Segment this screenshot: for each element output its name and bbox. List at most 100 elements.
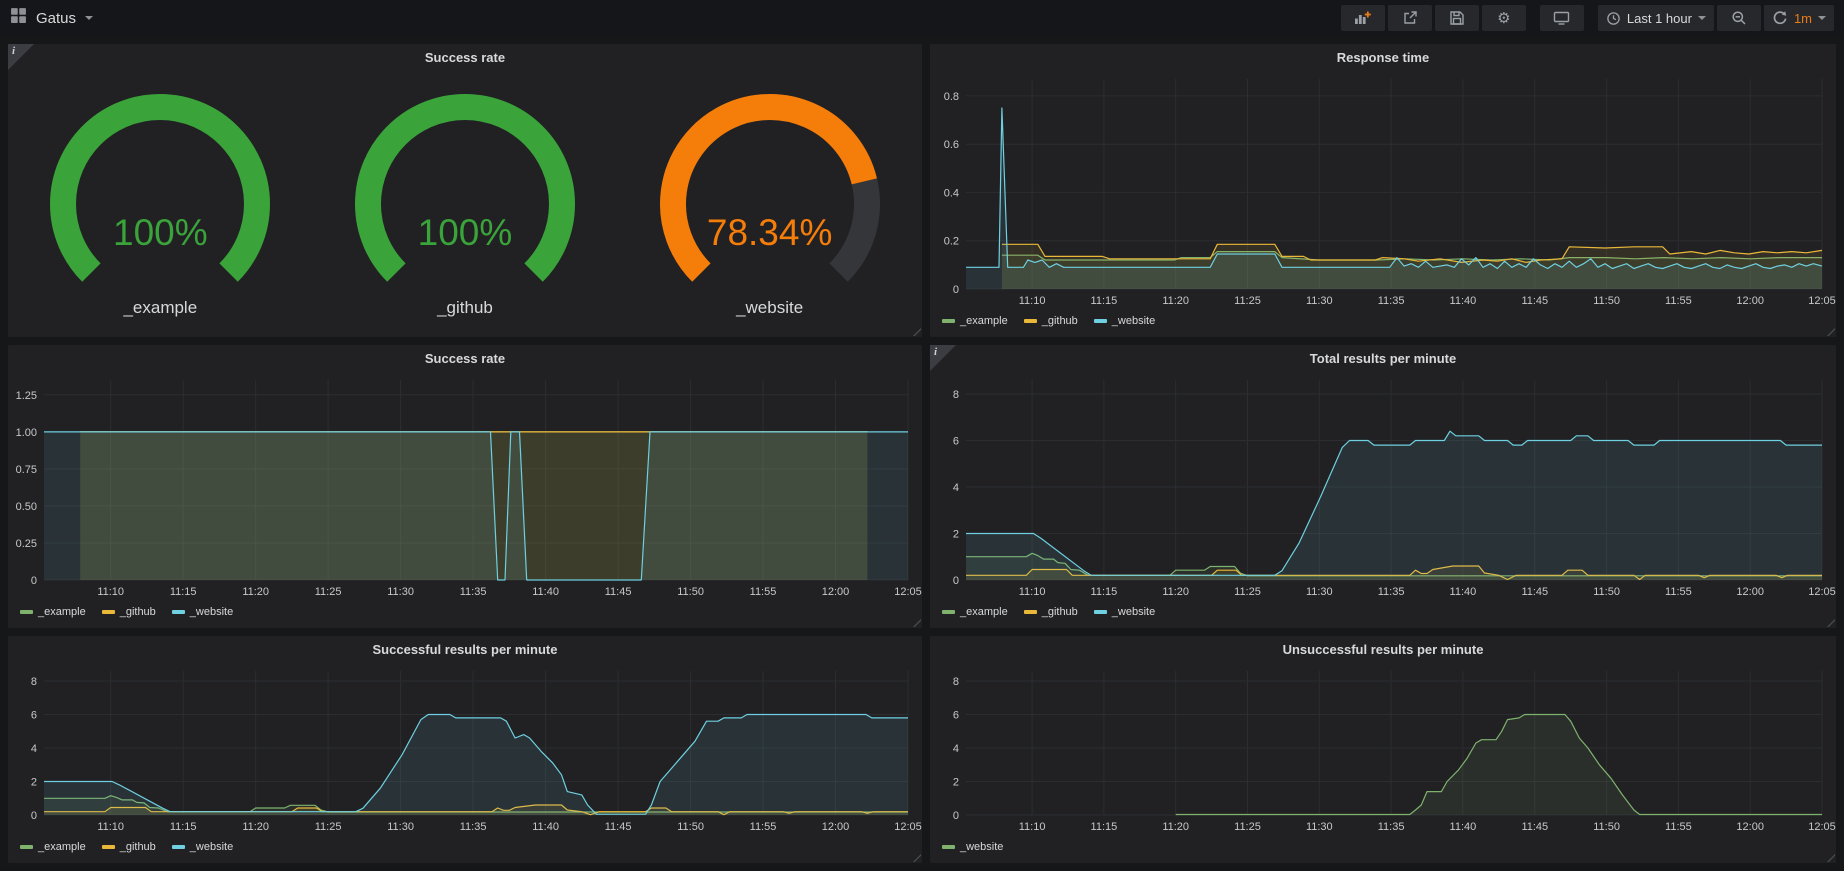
svg-text:2: 2 xyxy=(953,777,959,789)
panel-title[interactable]: Success rate xyxy=(425,50,505,65)
svg-text:11:50: 11:50 xyxy=(1593,295,1620,307)
chart-legend: _example _github _website xyxy=(8,835,922,863)
response-time-chart[interactable]: 0.80.60.40.2011:1011:1511:2011:2511:3011… xyxy=(930,71,1836,309)
svg-text:11:55: 11:55 xyxy=(750,586,777,598)
time-range-label: Last 1 hour xyxy=(1627,11,1692,26)
legend-item-github[interactable]: _github xyxy=(102,841,156,853)
svg-text:11:10: 11:10 xyxy=(1019,295,1046,307)
unsuccessful-results-chart[interactable]: 8642011:1011:1511:2011:2511:3011:3511:40… xyxy=(930,663,1836,835)
gauge-arc xyxy=(315,86,615,310)
svg-text:12:05: 12:05 xyxy=(894,821,922,833)
legend-item-example[interactable]: _example xyxy=(942,315,1008,327)
svg-text:11:50: 11:50 xyxy=(1593,821,1620,833)
svg-text:11:30: 11:30 xyxy=(387,586,414,598)
legend-item-example[interactable]: _example xyxy=(20,606,86,618)
panel-title[interactable]: Total results per minute xyxy=(1310,351,1456,366)
panel-info-corner[interactable]: i xyxy=(8,44,34,70)
panel-title[interactable]: Successful results per minute xyxy=(373,642,558,657)
legend-item-example[interactable]: _example xyxy=(942,606,1008,618)
gear-icon: ⚙ xyxy=(1497,11,1510,26)
svg-text:11:45: 11:45 xyxy=(1521,821,1548,833)
save-button[interactable] xyxy=(1435,5,1479,31)
legend-swatch xyxy=(172,845,185,849)
svg-text:11:35: 11:35 xyxy=(1378,821,1405,833)
legend-swatch xyxy=(20,845,33,849)
dashboard-title[interactable]: Gatus xyxy=(36,10,76,27)
refresh-button[interactable]: 1m xyxy=(1764,5,1834,31)
legend-item-website[interactable]: _website xyxy=(1094,606,1155,618)
svg-text:11:30: 11:30 xyxy=(387,821,414,833)
legend-label: _website xyxy=(960,841,1003,853)
panel-successful-results: Successful results per minute 8642011:10… xyxy=(8,636,922,863)
legend-item-website[interactable]: _website xyxy=(1094,315,1155,327)
share-icon xyxy=(1402,10,1418,26)
panel-resize-handle[interactable] xyxy=(1826,853,1835,862)
settings-button[interactable]: ⚙ xyxy=(1482,5,1526,31)
svg-text:11:50: 11:50 xyxy=(1593,586,1620,598)
panel-info-corner[interactable]: i xyxy=(930,345,956,371)
gauge-value: 78.34% xyxy=(619,212,921,254)
legend-item-website[interactable]: _website xyxy=(172,606,233,618)
dashboard-grid-icon[interactable] xyxy=(10,7,27,29)
panel-resize-handle[interactable] xyxy=(912,327,921,336)
panel-title[interactable]: Success rate xyxy=(425,351,505,366)
legend-item-github[interactable]: _github xyxy=(1024,606,1078,618)
svg-text:11:15: 11:15 xyxy=(1091,295,1118,307)
zoom-out-icon xyxy=(1731,10,1747,26)
monitor-icon xyxy=(1553,10,1570,26)
legend-item-website[interactable]: _website xyxy=(172,841,233,853)
svg-text:12:00: 12:00 xyxy=(1736,295,1764,307)
legend-swatch xyxy=(172,610,185,614)
gauge-value: 100% xyxy=(10,212,312,254)
svg-text:2: 2 xyxy=(31,777,37,789)
share-button[interactable] xyxy=(1388,5,1432,31)
tv-mode-button[interactable] xyxy=(1540,5,1584,31)
gauge-value: 100% xyxy=(314,212,616,254)
svg-text:6: 6 xyxy=(953,710,959,722)
panel-response-time: Response time 0.80.60.40.2011:1011:1511:… xyxy=(930,44,1836,337)
svg-text:0.25: 0.25 xyxy=(16,538,37,550)
svg-text:12:00: 12:00 xyxy=(1736,821,1764,833)
svg-text:11:25: 11:25 xyxy=(1234,295,1261,307)
svg-text:11:40: 11:40 xyxy=(1450,295,1477,307)
panel-title[interactable]: Response time xyxy=(1337,50,1429,65)
zoom-out-button[interactable] xyxy=(1717,5,1761,31)
svg-text:12:05: 12:05 xyxy=(1808,821,1836,833)
panel-title[interactable]: Unsuccessful results per minute xyxy=(1283,642,1484,657)
svg-text:0: 0 xyxy=(31,810,37,822)
svg-text:11:45: 11:45 xyxy=(1521,586,1548,598)
svg-text:8: 8 xyxy=(31,676,37,688)
chart-legend: _example _github _website xyxy=(930,600,1836,628)
legend-swatch xyxy=(942,319,955,323)
add-panel-button[interactable] xyxy=(1341,5,1385,31)
total-results-chart[interactable]: 8642011:1011:1511:2011:2511:3011:3511:40… xyxy=(930,372,1836,600)
legend-item-example[interactable]: _example xyxy=(20,841,86,853)
panel-resize-handle[interactable] xyxy=(912,853,921,862)
success-rate-chart[interactable]: 1.251.000.750.500.25011:1011:1511:2011:2… xyxy=(8,372,922,600)
panel-resize-handle[interactable] xyxy=(1826,327,1835,336)
dashboard-title-caret-icon[interactable] xyxy=(85,16,93,20)
legend-item-github[interactable]: _github xyxy=(102,606,156,618)
legend-label: _github xyxy=(1042,315,1078,327)
refresh-icon xyxy=(1772,10,1788,26)
svg-text:12:05: 12:05 xyxy=(1808,295,1836,307)
panel-resize-handle[interactable] xyxy=(912,618,921,627)
svg-text:0.6: 0.6 xyxy=(944,139,959,151)
legend-item-website[interactable]: _website xyxy=(942,841,1003,853)
time-range-button[interactable]: Last 1 hour xyxy=(1598,5,1714,31)
legend-item-github[interactable]: _github xyxy=(1024,315,1078,327)
svg-text:12:00: 12:00 xyxy=(822,586,850,598)
svg-text:11:50: 11:50 xyxy=(677,586,704,598)
info-icon: i xyxy=(12,45,15,57)
svg-text:11:45: 11:45 xyxy=(605,586,632,598)
successful-results-chart[interactable]: 8642011:1011:1511:2011:2511:3011:3511:40… xyxy=(8,663,922,835)
panel-resize-handle[interactable] xyxy=(1826,618,1835,627)
svg-text:11:20: 11:20 xyxy=(1162,586,1189,598)
legend-swatch xyxy=(1024,319,1037,323)
svg-text:11:45: 11:45 xyxy=(605,821,632,833)
legend-label: _website xyxy=(1112,606,1155,618)
svg-text:11:15: 11:15 xyxy=(1091,586,1118,598)
svg-text:11:30: 11:30 xyxy=(1306,295,1333,307)
svg-text:0: 0 xyxy=(953,284,959,296)
svg-text:11:55: 11:55 xyxy=(1665,295,1692,307)
